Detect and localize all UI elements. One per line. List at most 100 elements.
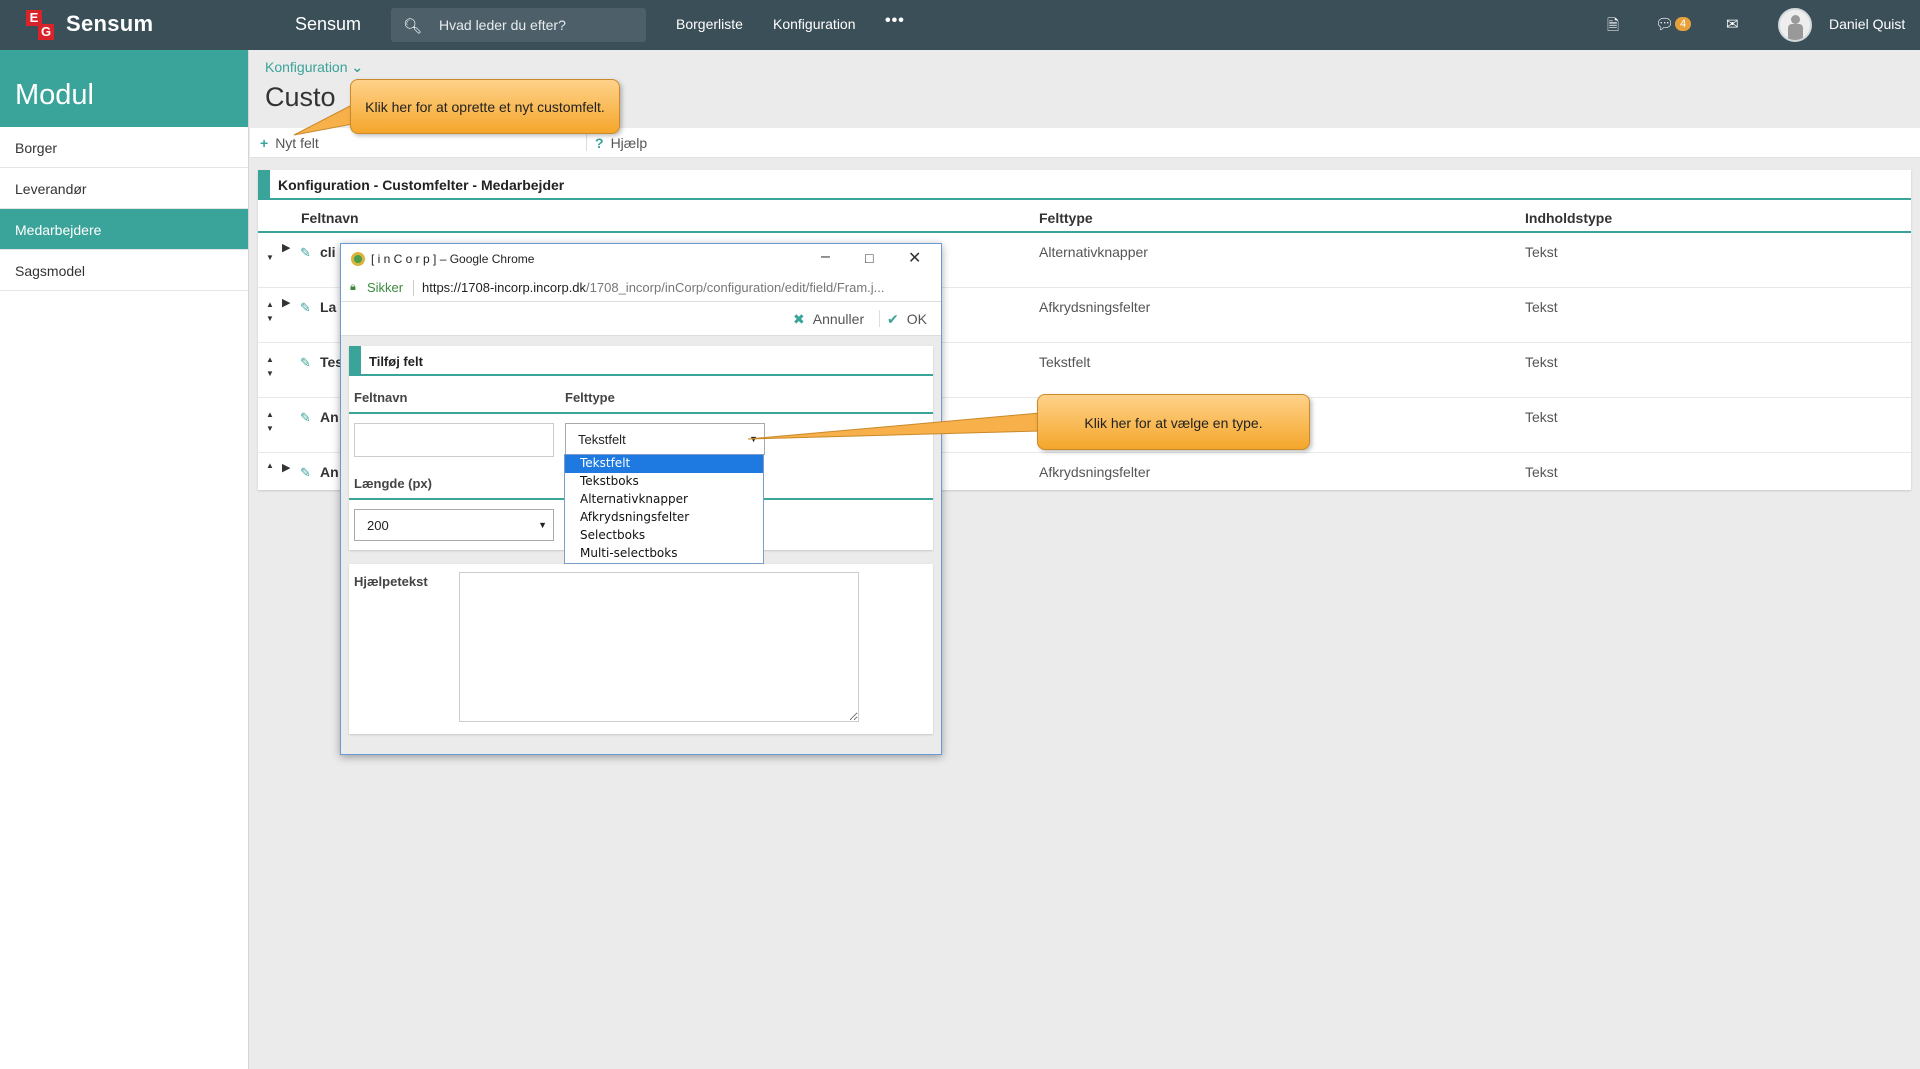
col-indholdstype[interactable]: Indholdstype [1525,210,1612,226]
move-up-down-icon[interactable]: ▲ ▼ [266,298,274,326]
brand-name[interactable]: Sensum [66,11,153,37]
move-up-down-icon[interactable]: ▲ ▼ [266,408,274,436]
plus-icon: + [260,135,269,151]
add-field-title: Tilføj felt [369,354,423,369]
edit-icon[interactable]: ✎ [300,465,311,481]
nav-konfiguration[interactable]: Konfiguration [773,16,856,32]
row-content: Tekst [1525,354,1558,370]
mail-icon[interactable]: ✉︎ [1726,15,1739,33]
popup-toolbar: ✖ Annuller ✔ OK [341,302,941,336]
app-name: Sensum [295,14,362,34]
lock-icon: 🔒︎ [350,281,356,293]
sidebar: Modul Borger Leverandør Medarbejdere Sag… [0,50,249,1069]
col-feltnavn[interactable]: Feltnavn [301,210,359,226]
row-name: An [320,409,339,425]
option-selectboks[interactable]: Selectboks [565,527,763,545]
chevron-down-icon: ⌄ [351,59,364,75]
edit-icon[interactable]: ✎ [300,355,311,371]
nav-borgerliste[interactable]: Borgerliste [676,16,743,32]
more-menu-icon[interactable]: ••• [885,12,905,30]
ok-label: OK [906,311,927,327]
row-name: cli [320,244,336,260]
cancel-icon: ✖ [793,311,805,327]
sidebar-item-leverandor[interactable]: Leverandør [0,168,248,209]
close-icon[interactable]: ✕ [908,248,921,268]
callout-choose-type: Klik her for at vælge en type. [1037,394,1310,450]
help-label: Hjælp [610,135,648,151]
popup-window: [ i n C o r p ] – Google Chrome – □ ✕ 🔒︎… [340,243,942,755]
breadcrumb-label: Konfiguration [265,59,348,75]
fieldname-label: Feltnavn [354,390,408,405]
chat-icon[interactable]: 💬︎ [1655,15,1674,33]
sidebar-title: Modul [0,50,248,127]
fieldname-input[interactable] [354,423,554,457]
edit-icon[interactable]: ✎ [300,410,311,426]
ok-button[interactable]: ✔ OK [887,311,927,328]
expand-icon[interactable]: ▶ [282,461,290,474]
secure-label: Sikker [367,280,404,295]
panel-header: Konfiguration - Customfelter - Medarbejd… [258,170,1911,200]
panel-title: Konfiguration - Customfelter - Medarbejd… [278,177,565,193]
row-type: Afkrydsningsfelter [1039,464,1151,480]
top-bar: E G Sensum Sensum 🔍︎ Borgerliste Konfigu… [0,0,1920,50]
sidebar-item-sagsmodel[interactable]: Sagsmodel [0,250,248,291]
avatar-head [1791,15,1800,24]
move-up-icon[interactable]: ▲ [266,459,274,473]
col-felttype[interactable]: Felttype [1039,210,1093,226]
row-name: An [320,464,339,480]
row-content: Tekst [1525,299,1558,315]
help-text-label: Hjælpetekst [354,574,428,589]
expand-icon[interactable]: ▶ [282,241,290,254]
add-field-header: Tilføj felt [349,346,933,376]
option-tekstboks[interactable]: Tekstboks [565,473,763,491]
option-multi-selectboks[interactable]: Multi-selectboks [565,545,763,563]
length-selected: 200 [367,518,389,533]
edit-icon[interactable]: ✎ [300,300,311,316]
option-afkrydsningsfelter[interactable]: Afkrydsningsfelter [565,509,763,527]
row-type: Tekstfelt [1039,354,1091,370]
dropdown-arrow-icon: ▼ [538,520,547,530]
avatar[interactable] [1778,8,1812,42]
question-icon: ? [595,135,604,151]
logo-g: G [38,24,54,40]
option-alternativknapper[interactable]: Alternativknapper [565,491,763,509]
length-select[interactable]: 200 ▼ [354,509,554,541]
sidebar-item-borger[interactable]: Borger [0,127,248,168]
search-box: 🔍︎ [391,8,646,42]
edit-icon[interactable]: ✎ [300,245,311,261]
row-type: Afkrydsningsfelter [1039,299,1151,315]
breadcrumb[interactable]: Konfiguration ⌄ [265,59,363,76]
cancel-button[interactable]: ✖ Annuller [793,311,864,328]
option-tekstfelt[interactable]: Tekstfelt [565,455,763,473]
help-button[interactable]: ? Hjælp [595,135,647,151]
sidebar-item-medarbejdere[interactable]: Medarbejdere [0,209,248,250]
address-bar[interactable]: 🔒︎ Sikker https://1708-incorp.incorp.dk/… [341,274,941,302]
popup-titlebar[interactable]: [ i n C o r p ] – Google Chrome – □ ✕ [341,244,941,274]
url-text: https://1708-incorp.incorp.dk/1708_incor… [422,280,884,295]
avatar-body [1788,24,1803,40]
maximize-icon[interactable]: □ [865,250,873,266]
row-name: La [320,299,337,315]
move-up-down-icon[interactable]: ▲ ▼ [266,353,274,381]
search-icon: 🔍︎ [403,18,423,35]
url-path: /1708_incorp/inCorp/configuration/edit/f… [586,280,885,295]
fieldtype-dropdown-list: Tekstfelt Tekstboks Alternativknapper Af… [564,454,764,564]
expand-icon[interactable]: ▶ [282,296,290,309]
row-content: Tekst [1525,409,1558,425]
popup-title: [ i n C o r p ] – Google Chrome [371,252,535,266]
length-label: Længde (px) [354,476,432,491]
help-text-card: Hjælpetekst [349,564,933,734]
popup-toolbar-divider [879,310,880,327]
user-name[interactable]: Daniel Quist [1829,16,1905,32]
help-text-input[interactable] [459,572,859,722]
minimize-icon[interactable]: – [821,248,830,266]
row-content: Tekst [1525,464,1558,480]
search-input[interactable] [439,8,639,42]
move-down-icon[interactable]: ▼ [266,251,274,265]
notification-badge[interactable]: 4 [1675,17,1692,31]
url-host: https://1708-incorp.incorp.dk [422,280,587,295]
document-icon[interactable]: 🗎︎ [1607,15,1619,40]
eg-logo[interactable]: E G [26,10,56,40]
fieldtype-label: Felttype [565,390,615,405]
fieldtype-select[interactable]: Tekstfelt ▼ [565,423,765,455]
